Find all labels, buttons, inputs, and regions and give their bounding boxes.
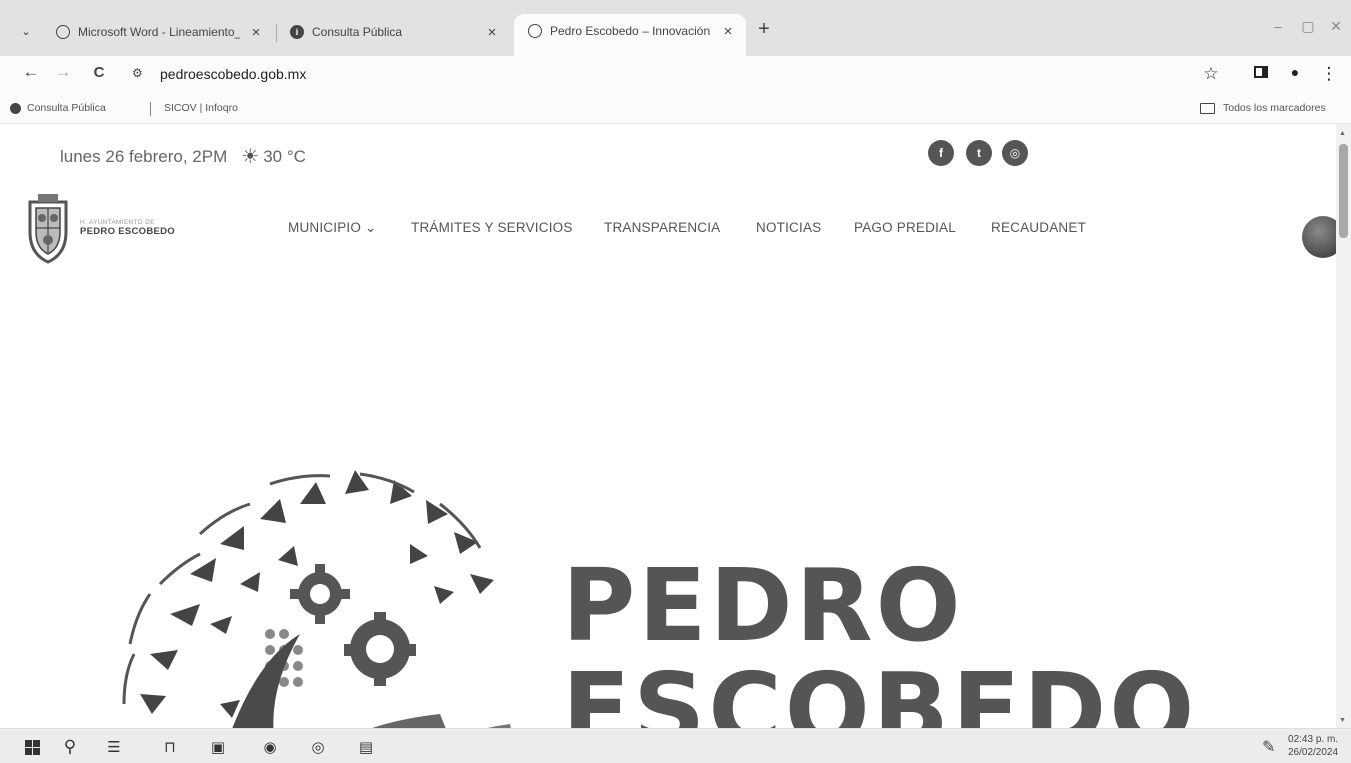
bookmark-consulta[interactable]: Consulta Pública xyxy=(10,102,106,114)
close-tab-icon[interactable]: × xyxy=(720,23,736,40)
system-clock[interactable]: 02:43 p. m. 26/02/2024 xyxy=(1288,733,1338,759)
all-bookmarks[interactable]: Todos los marcadores xyxy=(1200,102,1326,114)
nav-pago-predial[interactable]: PAGO PREDIAL xyxy=(854,220,956,235)
search-icon[interactable]: ⚲ xyxy=(60,737,80,757)
nav-transparencia[interactable]: TRANSPARENCIA xyxy=(604,220,720,235)
scroll-down-icon[interactable]: ▼ xyxy=(1339,717,1346,724)
date-time: lunes 26 febrero, 2PM xyxy=(60,146,228,166)
task-view-icon[interactable]: ☰ xyxy=(104,737,124,757)
app-icon[interactable]: ▣ xyxy=(208,737,228,757)
kebab-menu-icon[interactable]: ⋮ xyxy=(1318,64,1340,84)
scroll-up-icon[interactable]: ▲ xyxy=(1339,130,1346,137)
close-tab-icon[interactable]: × xyxy=(248,24,264,41)
minimize-button[interactable]: – xyxy=(1268,18,1288,34)
info-icon: i xyxy=(290,25,304,39)
back-button[interactable]: ← xyxy=(20,62,42,82)
bookmark-sicov[interactable]: SICOV | Infoqro xyxy=(164,102,238,114)
tab-title: Consulta Pública xyxy=(312,25,403,39)
nav-municipio[interactable]: MUNICIPIO ⌄ xyxy=(288,220,377,236)
nav-noticias[interactable]: NOTICIAS xyxy=(756,220,821,235)
logo-name: PEDRO ESCOBEDO xyxy=(80,226,175,237)
nav-recaudanet[interactable]: RECAUDANET xyxy=(991,220,1086,235)
tab-consulta[interactable]: i Consulta Pública × xyxy=(276,16,510,48)
scroll-thumb[interactable] xyxy=(1339,144,1348,238)
hero-logo-graphic xyxy=(122,470,511,728)
hero-title-line2: ESCOBEDO xyxy=(562,651,1198,729)
hero-title-line1: PEDRO xyxy=(562,547,964,664)
temperature: 30 °C xyxy=(263,146,306,166)
site-logo[interactable]: H. AYUNTAMIENTO DE PEDRO ESCOBEDO xyxy=(22,192,175,264)
url-field[interactable]: pedroescobedo.gob.mx xyxy=(160,66,306,82)
reload-button[interactable]: C xyxy=(88,64,110,81)
store-icon[interactable]: ⊓ xyxy=(160,737,180,757)
tab-title: Microsoft Word - Lineamiento_ xyxy=(78,25,240,39)
globe-icon xyxy=(528,24,542,38)
tab-bar: ⌄ Microsoft Word - Lineamiento_ × i Cons… xyxy=(0,0,1351,56)
bookmark-separator xyxy=(150,102,151,116)
page-viewport: lunes 26 febrero, 2PM ☀ 30 °C f t ◎ H. A… xyxy=(0,124,1351,728)
chrome-icon[interactable]: ◉ xyxy=(260,737,280,757)
instagram-icon[interactable]: ◎ xyxy=(1002,140,1028,166)
twitter-icon[interactable]: t xyxy=(966,140,992,166)
tab-pedro-escobedo[interactable]: Pedro Escobedo – Innovación y × xyxy=(514,14,746,56)
address-bar: ← → C ⚙ pedroescobedo.gob.mx ☆ ● ⋮ xyxy=(0,56,1351,94)
nav-tramites-servicios[interactable]: TRÁMITES Y SERVICIOS xyxy=(411,220,573,235)
forward-button[interactable]: → xyxy=(52,62,74,82)
globe-icon xyxy=(56,25,70,39)
maximize-button[interactable]: ▢ xyxy=(1298,18,1318,35)
sun-icon: ☀ xyxy=(241,146,260,168)
pen-icon[interactable]: ✎ xyxy=(1262,737,1275,757)
date-weather: lunes 26 febrero, 2PM ☀ 30 °C xyxy=(60,144,306,169)
bookmark-label: Consulta Pública xyxy=(27,102,106,114)
chrome-alt-icon[interactable]: ◎ xyxy=(308,737,328,757)
tab-search-icon[interactable]: ⌄ xyxy=(14,22,38,42)
close-tab-icon[interactable]: × xyxy=(484,24,500,41)
close-window-button[interactable]: ✕ xyxy=(1326,18,1346,35)
windows-start-icon[interactable] xyxy=(22,737,42,757)
folder-icon xyxy=(1200,102,1215,114)
coat-of-arms-icon xyxy=(28,194,68,264)
profile-icon[interactable]: ● xyxy=(1284,64,1306,80)
facebook-icon[interactable]: f xyxy=(928,140,954,166)
new-tab-button[interactable]: + xyxy=(752,18,776,41)
taskbar: ⚲ ☰ ⊓ ▣ ◉ ◎ ▤ ✎ 02:43 p. m. 26/02/2024 xyxy=(0,728,1351,763)
page-scrollbar[interactable]: ▲ ▼ xyxy=(1336,124,1351,728)
word-icon[interactable]: ▤ xyxy=(356,737,376,757)
logo-subtitle: H. AYUNTAMIENTO DE xyxy=(80,219,155,226)
star-icon[interactable]: ☆ xyxy=(1200,64,1222,84)
clock-time: 02:43 p. m. xyxy=(1288,734,1339,745)
clock-date: 26/02/2024 xyxy=(1288,747,1339,758)
info-icon xyxy=(10,102,21,114)
tab-word[interactable]: Microsoft Word - Lineamiento_ × xyxy=(42,16,274,48)
all-bookmarks-label: Todos los marcadores xyxy=(1223,102,1326,114)
site-settings-icon[interactable]: ⚙ xyxy=(132,66,143,80)
tab-title: Pedro Escobedo – Innovación y xyxy=(550,24,712,38)
bookmarks-bar: Consulta Pública SICOV | Infoqro Todos l… xyxy=(0,94,1351,124)
bookmark-label: SICOV | Infoqro xyxy=(164,102,238,114)
side-panel-icon[interactable] xyxy=(1254,66,1268,78)
